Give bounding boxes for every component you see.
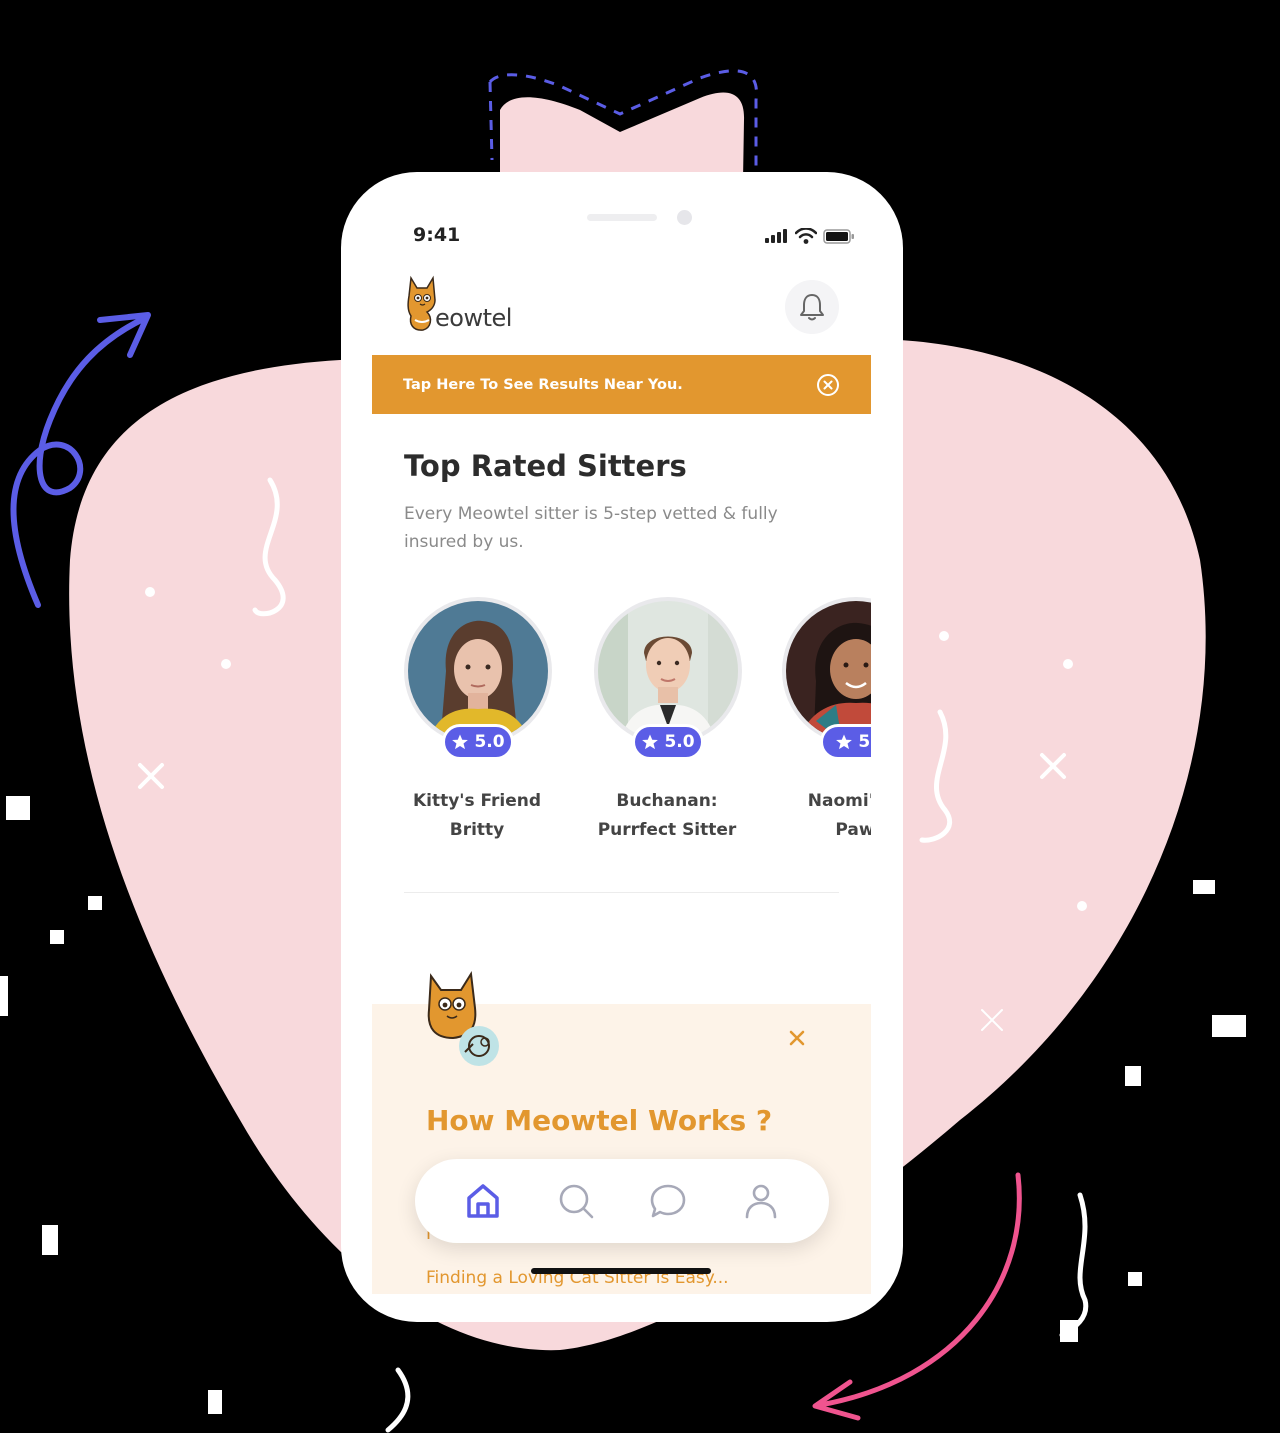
banner-close-button[interactable] bbox=[816, 373, 840, 397]
sitter-avatar bbox=[598, 601, 738, 741]
cat-mascot-icon bbox=[427, 971, 499, 1066]
bottom-tab-bar bbox=[415, 1159, 829, 1243]
sitter-name-line2: Purrfect Sitter bbox=[597, 820, 737, 840]
location-banner[interactable]: Tap Here To See Results Near You. bbox=[372, 355, 871, 414]
battery-icon bbox=[823, 228, 854, 244]
sitter-avatar-ring bbox=[594, 597, 742, 745]
star-icon bbox=[836, 734, 853, 750]
phone-camera bbox=[677, 210, 692, 225]
sitter-name: Naomi's S Paw bbox=[760, 787, 871, 845]
sitter-avatar-ring bbox=[404, 597, 552, 745]
close-circle-icon bbox=[817, 373, 839, 396]
search-icon bbox=[559, 1184, 594, 1219]
cat-logo-icon bbox=[407, 275, 436, 331]
star-icon bbox=[642, 734, 659, 750]
phone-frame: 9:41 eowtel Tap Here To See Results Near… bbox=[341, 172, 903, 1322]
tab-messages[interactable] bbox=[644, 1177, 692, 1225]
sitters-carousel[interactable]: 5.0 Kitty's Friend Britty 5.0 Buchanan: … bbox=[372, 597, 871, 857]
sitter-name-line1: Kitty's Friend bbox=[412, 791, 542, 811]
status-icons bbox=[765, 228, 855, 244]
sitter-name-line1: Naomi's S bbox=[807, 791, 871, 811]
sitter-rating-badge: 5.0 bbox=[442, 724, 514, 760]
how-it-works-title: How Meowtel Works ? bbox=[426, 1104, 773, 1137]
sitter-rating: 5.0 bbox=[664, 732, 695, 752]
sitter-rating: 5.0 bbox=[474, 732, 505, 752]
home-icon bbox=[467, 1184, 499, 1218]
wifi-icon bbox=[795, 228, 817, 244]
banner-text: Tap Here To See Results Near You. bbox=[403, 376, 683, 393]
status-time: 9:41 bbox=[413, 224, 461, 246]
tab-home[interactable] bbox=[459, 1177, 507, 1225]
sitter-name-line1: Buchanan: bbox=[616, 791, 718, 811]
section-divider bbox=[404, 892, 839, 893]
sitter-name: Kitty's Friend Britty bbox=[382, 787, 572, 845]
close-icon bbox=[789, 1030, 805, 1046]
sitter-rating-badge: 5. bbox=[820, 724, 871, 760]
tab-search[interactable] bbox=[552, 1177, 600, 1225]
home-indicator bbox=[531, 1268, 711, 1274]
sitter-rating: 5. bbox=[858, 732, 871, 752]
top-rated-description: Every Meowtel sitter is 5-step vetted & … bbox=[404, 504, 778, 552]
top-rated-title: Top Rated Sitters bbox=[404, 449, 687, 483]
phone-speaker bbox=[587, 214, 657, 221]
bell-icon bbox=[800, 294, 824, 321]
sitter-rating-badge: 5.0 bbox=[632, 724, 704, 760]
app-logo[interactable]: eowtel bbox=[405, 274, 512, 332]
sitter-avatar-ring bbox=[782, 597, 871, 745]
star-icon bbox=[452, 734, 469, 750]
sitter-avatar bbox=[786, 601, 871, 741]
logo-text: eowtel bbox=[435, 304, 512, 332]
notifications-button[interactable] bbox=[785, 280, 839, 334]
profile-icon bbox=[745, 1184, 777, 1219]
chat-icon bbox=[650, 1184, 686, 1218]
signal-icon bbox=[765, 229, 787, 243]
sitter-name-line2: Britty bbox=[449, 820, 505, 840]
sitter-avatar bbox=[408, 601, 548, 741]
sitter-name-line2: Paw bbox=[835, 820, 871, 840]
sitter-name: Buchanan: Purrfect Sitter bbox=[572, 787, 762, 845]
tab-profile[interactable] bbox=[737, 1177, 785, 1225]
how-it-works-close-button[interactable] bbox=[785, 1026, 809, 1050]
